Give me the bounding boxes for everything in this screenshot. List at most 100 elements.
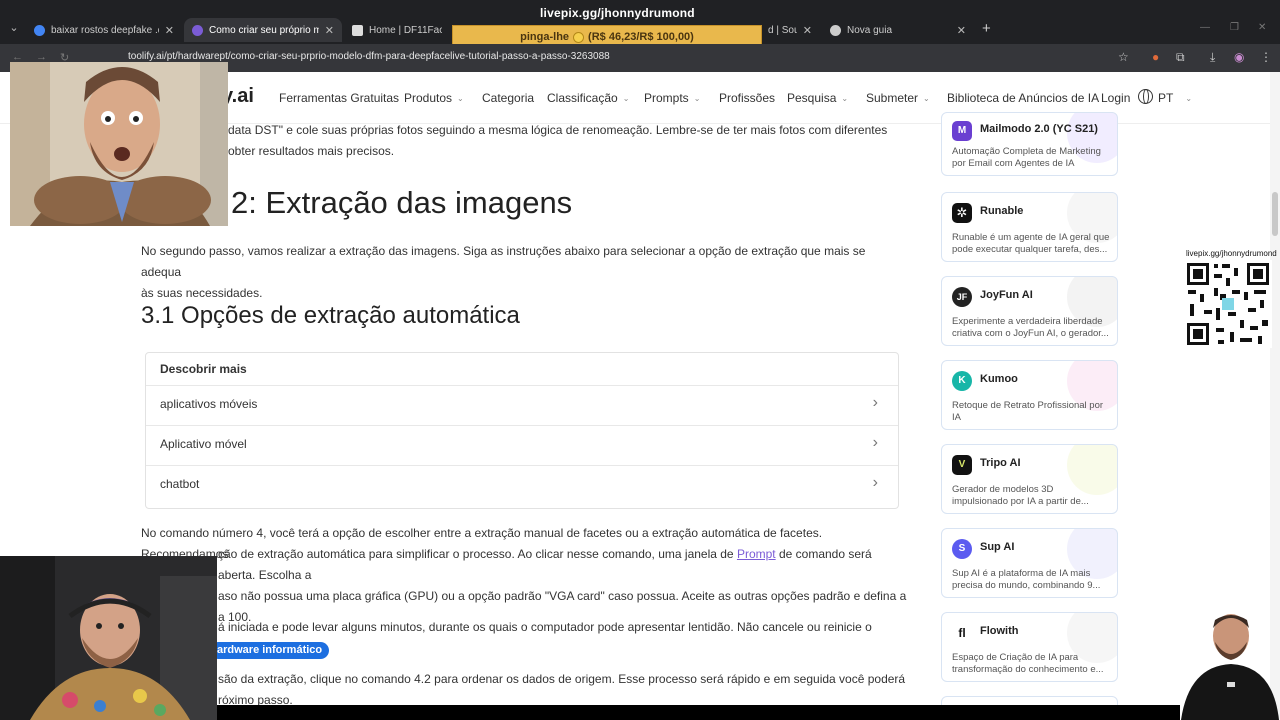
discover-more-box: Descobrir mais aplicativos móveis › Apli… [145,352,899,509]
card-title: Flowith [980,625,1019,637]
chrome-icon [830,24,841,36]
close-icon[interactable]: ✕ [325,24,334,37]
nav-label: Biblioteca de Anúncios de IA [947,91,1100,105]
nav-label: Profissões [719,91,776,105]
sidebar-card-mailmodo[interactable]: M Mailmodo 2.0 (YC S21) Automação Comple… [941,112,1118,176]
nav-submeter[interactable]: Submeter ⌄ [866,91,930,105]
close-icon[interactable]: ✕ [165,24,174,37]
close-icon[interactable]: ✕ [957,24,966,37]
nav-categoria[interactable]: Categoria [482,91,534,105]
nav-pesquisa[interactable]: Pesquisa ⌄ [787,91,848,105]
subsection-heading-3-1: 3.1 Opções de extração automática [141,302,520,329]
login-link[interactable]: Login [1101,91,1130,105]
chevron-down-icon: ⌄ [622,93,630,103]
nav-label: Produtos [404,91,453,105]
p2-line-2a: ção de extração automática para simplifi… [218,547,737,561]
chevron-right-icon: › [872,474,878,491]
login-label: Login [1101,91,1131,105]
lang-label: PT [1158,91,1174,105]
p1-line-2: às suas necessidades. [141,286,263,300]
url-input[interactable]: toolify.ai/pt/hardwarept/como-criar-seu-… [128,51,610,62]
hardware-highlight-pill[interactable]: ardware informático [210,642,330,659]
discover-more-label: aplicativos móveis [160,397,258,411]
joyfun-icon: JF [952,287,972,307]
tab-5[interactable]: Nova guia ✕ [822,18,974,42]
tab-1[interactable]: baixar rostos deepfake .dfm - P ✕ [26,18,182,42]
intro-paragraph: data DST" e cole suas próprias fotos seg… [228,120,888,162]
tab-search-icon[interactable]: ⌄ [6,20,22,36]
sidebar-card-tripo[interactable]: V Tripo AI Gerador de modelos 3D impulsi… [941,444,1118,514]
language-selector[interactable]: PT ⌄ [1158,91,1192,105]
nav-label: Pesquisa [787,91,837,105]
new-tab-button[interactable]: + [982,20,991,37]
tab-4-title: d | Soun [768,24,797,36]
webcam-overlay-bottom [0,556,217,720]
globe-icon[interactable] [1138,89,1153,104]
chevron-down-icon: ⌄ [841,93,849,103]
nav-produtos[interactable]: Produtos ⌄ [404,91,464,105]
intro-line-2: obter resultados mais precisos. [228,144,395,158]
sidebar-card-supai[interactable]: S Sup AI Sup AI é a plataforma de IA mai… [941,528,1118,598]
toolify-icon [192,24,203,36]
nav-biblioteca[interactable]: Biblioteca de Anúncios de IA [947,91,1099,105]
tab-4[interactable]: d | Soun ✕ [760,18,820,42]
card-description: Gerador de modelos 3D impulsionado por I… [952,484,1089,507]
p3: á iniciada e pode levar alguns minutos, … [210,617,908,660]
card-description: Sup AI é a plataforma de IA mais precisa… [952,568,1101,591]
close-icon[interactable]: ✕ [803,24,812,37]
tab-2[interactable]: Como criar seu próprio modelo ✕ [184,18,342,42]
menu-kebab-icon[interactable]: ⋮ [1260,50,1272,64]
google-icon [34,24,45,36]
chevron-down-icon: ⌄ [693,93,701,103]
chevron-down-icon: ⌄ [923,93,930,103]
section-heading-2: 2: Extração das imagens [231,185,573,220]
discover-more-item[interactable]: chatbot › [146,465,898,505]
tab-1-title: baixar rostos deepfake .dfm - P [51,24,159,36]
chevron-right-icon: › [872,394,878,411]
donation-label: pinga-lhe [520,31,570,43]
nav-ferramentas[interactable]: Ferramentas Gratuitas [279,91,399,105]
nav-label: Prompts [644,91,689,105]
section-2-paragraph: No segundo passo, vamos realizar a extra… [141,241,901,304]
window-close-icon[interactable]: ✕ [1258,22,1266,33]
qr-code [1184,260,1272,348]
webcam-overlay-right [1181,614,1279,720]
scrollbar-thumb[interactable] [1272,192,1278,236]
card-title: Kumoo [980,373,1018,385]
profile-avatar[interactable]: ◉ [1234,50,1244,64]
discover-more-item[interactable]: Aplicativo móvel › [146,425,898,465]
card-description: Retoque de Retrato Profissional por IA [952,400,1104,423]
sidebar-card-kumoo[interactable]: K Kumoo Retoque de Retrato Profissional … [941,360,1118,430]
p2-rest: ção de extração automática para simplifi… [218,544,908,628]
prompt-link[interactable]: Prompt [737,547,776,561]
flowith-icon: fl [952,623,972,643]
maximize-icon[interactable]: ❐ [1230,22,1239,33]
sidebar-card-runable[interactable]: ✲ Runable Runable é um agente de IA gera… [941,192,1118,262]
discover-more-item[interactable]: aplicativos móveis › [146,385,898,425]
minimize-icon[interactable]: — [1200,22,1210,33]
card-title: Tripo AI [980,457,1021,469]
nav-profissoes[interactable]: Profissões [719,91,775,105]
bookmark-star-icon[interactable]: ☆ [1118,50,1129,64]
stream-url-overlay: livepix.gg/jhonnydrumond [540,6,695,20]
tab-3[interactable]: Home | DF11Faces.com [344,18,450,42]
sidebar-card-joyfun[interactable]: JF JoyFun AI Experimente a verdadeira li… [941,276,1118,346]
chevron-down-icon: ⌄ [457,93,464,103]
supai-icon: S [952,539,972,559]
chevron-right-icon: › [872,434,878,451]
extension-icon[interactable]: ● [1152,50,1159,64]
p2-line-3: aso não possua uma placa gráfica (GPU) o… [218,589,907,603]
webcam-overlay-top [10,62,228,226]
p2-line-2: ção de extração automática para simplifi… [218,544,908,586]
download-icon[interactable]: ⤓ [1210,50,1215,65]
runable-icon: ✲ [952,203,972,223]
card-description: Espaço de Criação de IA para transformaç… [952,652,1104,675]
nav-classificacao[interactable]: Classificação ⌄ [547,91,629,105]
qr-label: livepix.gg/jhonnydrumond [1186,249,1277,258]
tab-3-title: Home | DF11Faces.com [369,24,442,36]
coin-icon [573,31,585,43]
p3-line-1: á iniciada e pode levar alguns minutos, … [218,620,872,634]
nav-prompts[interactable]: Prompts ⌄ [644,91,700,105]
sidebar-card-flowith[interactable]: fl Flowith Espaço de Criação de IA para … [941,612,1118,682]
extensions-puzzle-icon[interactable]: ⧉ [1176,50,1185,65]
